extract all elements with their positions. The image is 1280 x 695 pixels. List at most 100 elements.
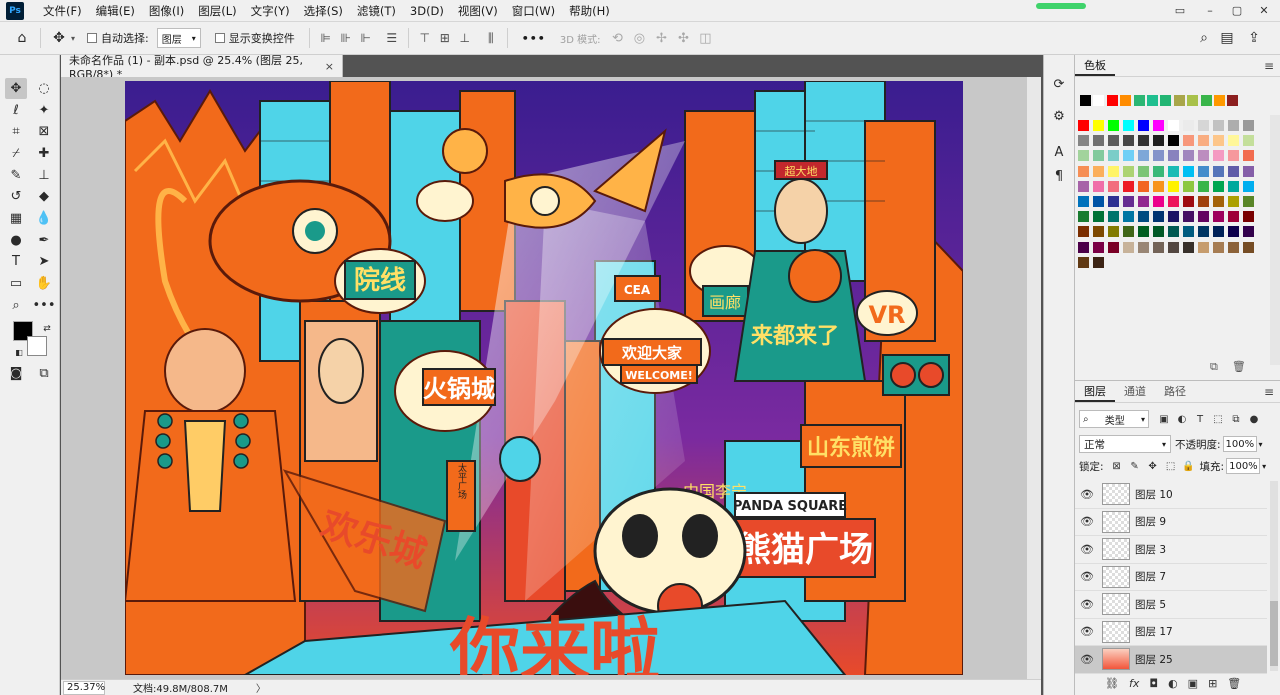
new-layer-icon[interactable]: ⊞	[1208, 677, 1217, 690]
3d-slide-icon[interactable]: ✣	[672, 28, 694, 48]
swatch[interactable]	[1123, 150, 1134, 162]
magic-wand-icon[interactable]: ✦	[33, 100, 55, 121]
artwork-canvas[interactable]: 院线 火锅城 欢迎大家 WELCOME! CEA 画廊 超大地 来都来了 VR …	[125, 81, 963, 675]
3d-orbit-icon[interactable]: ⟲	[606, 28, 628, 48]
swatch[interactable]	[1228, 120, 1239, 131]
swatch[interactable]	[1153, 120, 1164, 131]
swatch[interactable]	[1243, 180, 1254, 192]
swatch[interactable]	[1153, 135, 1164, 147]
swatch[interactable]	[1228, 241, 1239, 253]
swatch[interactable]	[1123, 226, 1134, 238]
zoom-level-field[interactable]: 25.37%	[63, 680, 105, 695]
swatch[interactable]	[1093, 120, 1104, 131]
filter-shape-icon[interactable]: ⬚	[1209, 414, 1227, 425]
swatch[interactable]	[1093, 195, 1104, 207]
swatch[interactable]	[1183, 150, 1194, 162]
layers-scrollbar[interactable]	[1270, 481, 1278, 671]
tab-channels[interactable]: 通道	[1115, 382, 1155, 402]
menu-view[interactable]: 视图(V)	[451, 0, 505, 22]
auto-select-target-dropdown[interactable]: 图层 ▾	[156, 28, 201, 48]
lock-transparency-icon[interactable]: ⊠	[1108, 461, 1126, 472]
align-right-icon[interactable]: ⊩	[356, 28, 376, 48]
swatch[interactable]	[1183, 180, 1194, 192]
swatch[interactable]	[1243, 195, 1254, 207]
swatch[interactable]	[1138, 241, 1149, 253]
swatch[interactable]	[1173, 95, 1185, 106]
stamp-tool-icon[interactable]: ⊥	[33, 165, 55, 186]
swatch[interactable]	[1213, 165, 1224, 177]
swatch[interactable]	[1243, 150, 1254, 162]
3d-pan-icon[interactable]: ✢	[650, 28, 672, 48]
filter-toggle-icon[interactable]: ●	[1245, 414, 1263, 425]
eyedropper-icon[interactable]: ⌿	[5, 143, 27, 164]
arrange-icon[interactable]: ▭	[1172, 2, 1188, 18]
dodge-tool-icon[interactable]: ●	[5, 230, 27, 251]
swatch[interactable]	[1213, 95, 1225, 106]
visibility-eye-icon[interactable]: 👁	[1075, 598, 1099, 611]
swatch[interactable]	[1123, 195, 1134, 207]
move-tool-icon[interactable]: ✥	[47, 26, 71, 50]
swatch[interactable]	[1108, 226, 1119, 238]
swatch[interactable]	[1153, 211, 1164, 223]
paragraph-panel-icon[interactable]: ¶	[1048, 165, 1070, 187]
swatch[interactable]	[1183, 165, 1194, 177]
swatch[interactable]	[1138, 120, 1149, 131]
chevron-down-icon[interactable]: ▾	[1259, 440, 1263, 449]
swatch[interactable]	[1108, 165, 1119, 177]
swatch[interactable]	[1123, 211, 1134, 223]
swatch[interactable]	[1243, 165, 1254, 177]
swatch[interactable]	[1138, 211, 1149, 223]
lock-image-icon[interactable]: ✎	[1126, 461, 1144, 472]
maximize-button[interactable]: ▢	[1229, 2, 1245, 18]
swatch[interactable]	[1078, 195, 1089, 207]
swatch[interactable]	[1138, 165, 1149, 177]
canvas-area[interactable]: 院线 火锅城 欢迎大家 WELCOME! CEA 画廊 超大地 来都来了 VR …	[61, 77, 1027, 679]
fill-field[interactable]: 100%	[1226, 458, 1261, 474]
visibility-eye-icon[interactable]: 👁	[1075, 488, 1099, 501]
swatch[interactable]	[1108, 120, 1119, 131]
swatch[interactable]	[1198, 241, 1209, 253]
home-icon[interactable]: ⌂	[10, 26, 34, 50]
swatch[interactable]	[1153, 165, 1164, 177]
swatch[interactable]	[1093, 180, 1104, 192]
layer-row[interactable]: 👁 图层 10	[1075, 481, 1267, 509]
lock-artboard-icon[interactable]: ⬚	[1162, 461, 1180, 472]
swatch[interactable]	[1243, 211, 1254, 223]
properties-panel-icon[interactable]: ⚙	[1048, 105, 1070, 127]
3d-roll-icon[interactable]: ◎	[628, 28, 650, 48]
swatch[interactable]	[1228, 211, 1239, 223]
path-select-icon[interactable]: ➤	[33, 251, 55, 272]
default-colors-icon[interactable]: ◧	[8, 342, 30, 363]
swatch[interactable]	[1093, 256, 1104, 268]
swatch[interactable]	[1213, 195, 1224, 207]
menu-edit[interactable]: 编辑(E)	[89, 0, 142, 22]
swatch[interactable]	[1168, 180, 1179, 192]
eraser-tool-icon[interactable]: ◆	[33, 186, 55, 207]
lock-all-icon[interactable]: 🔒	[1180, 461, 1198, 472]
layer-row[interactable]: 👁 图层 3	[1075, 536, 1267, 564]
swatch[interactable]	[1078, 165, 1089, 177]
layer-row[interactable]: 👁 图层 9	[1075, 509, 1267, 536]
swatches-scrollbar[interactable]	[1270, 115, 1280, 365]
layer-effects-icon[interactable]: fx	[1129, 677, 1139, 690]
swatch[interactable]	[1133, 95, 1145, 106]
frame-tool-icon[interactable]: ⊠	[33, 121, 55, 142]
filter-type-icon[interactable]: T	[1191, 414, 1209, 425]
chevron-down-icon[interactable]: ▾	[71, 34, 75, 43]
3d-camera-icon[interactable]: ◫	[694, 28, 716, 48]
menu-help[interactable]: 帮助(H)	[562, 0, 617, 22]
swatch[interactable]	[1243, 120, 1254, 131]
swatch[interactable]	[1123, 180, 1134, 192]
visibility-eye-icon[interactable]: 👁	[1075, 515, 1099, 528]
close-tab-icon[interactable]: ×	[325, 60, 334, 73]
swatch[interactable]	[1093, 135, 1104, 147]
swatch[interactable]	[1093, 226, 1104, 238]
swatch[interactable]	[1138, 150, 1149, 162]
swatch[interactable]	[1078, 241, 1089, 253]
swatch[interactable]	[1093, 165, 1104, 177]
swatch[interactable]	[1198, 195, 1209, 207]
swatch[interactable]	[1123, 135, 1134, 147]
menu-window[interactable]: 窗口(W)	[505, 0, 562, 22]
history-brush-icon[interactable]: ↺	[5, 186, 27, 207]
status-info-menu[interactable]: 〉	[256, 680, 266, 695]
